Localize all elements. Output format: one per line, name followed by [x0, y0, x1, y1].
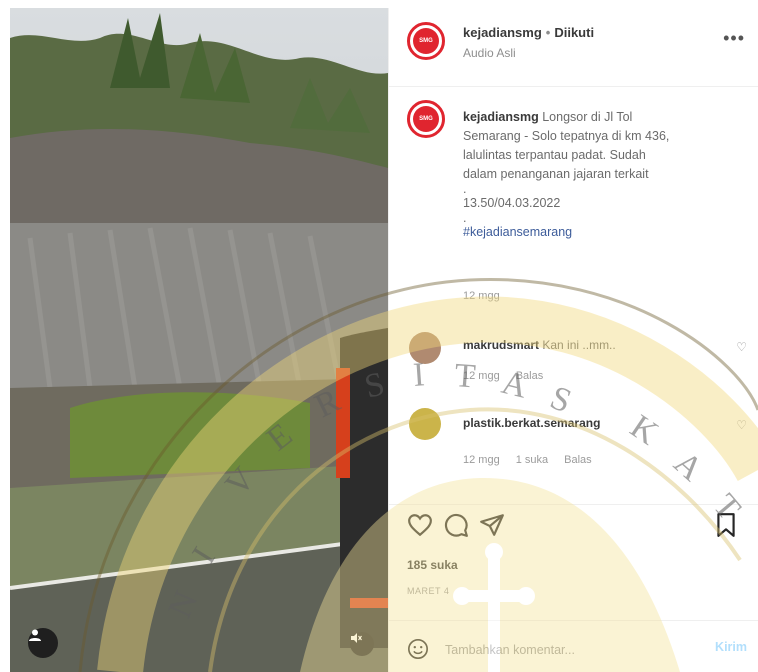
comment-username[interactable]: makrudsmart — [463, 338, 539, 352]
comment-body: Kan ini ..mm.. — [542, 338, 616, 352]
post-sidebar: SMG kejadiansmg • Diikuti Audio Asli ••• S… — [388, 8, 758, 672]
comment-like-button[interactable]: ♡ — [736, 340, 747, 354]
caption-line-3: lalulintas terpantau padat. Sudah — [463, 148, 646, 162]
caption: kejadiansmg Longsor di Jl Tol Semarang -… — [463, 108, 743, 242]
comment-like-button[interactable]: ♡ — [736, 418, 747, 432]
comment-age: 12 mgg — [463, 454, 500, 466]
mute-icon — [351, 633, 362, 643]
caption-line-2: Semarang - Solo tepatnya di km 436, — [463, 129, 670, 143]
share-icon[interactable] — [479, 512, 505, 538]
header-separator: • — [545, 25, 551, 40]
avatar-logo-text: SMG — [419, 38, 433, 44]
comment-text: plastik.berkat.semarang — [463, 416, 600, 430]
more-options-button[interactable]: ••• — [723, 28, 745, 49]
comment-avatar[interactable] — [409, 332, 441, 364]
heart-icon: ♡ — [736, 340, 747, 354]
caption-dot: . — [463, 211, 467, 225]
comment-avatar[interactable] — [409, 408, 441, 440]
landslide-photo — [10, 8, 388, 672]
caption-avatar[interactable]: SMG — [407, 100, 445, 138]
caption-line-1: Longsor di Jl Tol — [542, 110, 633, 124]
post-photo[interactable] — [10, 8, 388, 672]
input-divider — [389, 620, 758, 621]
mute-button[interactable] — [350, 632, 374, 656]
caption-hashtag[interactable]: #kejadiansemarang — [463, 223, 743, 242]
follow-status[interactable]: Diikuti — [554, 25, 594, 40]
header-divider — [389, 86, 758, 87]
comment-meta: 12 mgg 1 suka Balas — [463, 454, 608, 466]
comment-meta: 12 mgg Balas — [463, 370, 559, 382]
reply-button[interactable]: Balas — [564, 454, 592, 466]
caption-username[interactable]: kejadiansmg — [463, 110, 539, 124]
comment-username[interactable]: plastik.berkat.semarang — [463, 416, 600, 430]
caption-timestamp: 13.50/04.03.2022 — [463, 196, 561, 210]
post-header: kejadiansmg • Diikuti — [463, 25, 594, 40]
actions-divider — [389, 504, 758, 505]
author-username[interactable]: kejadiansmg — [463, 25, 542, 40]
caption-dot: . — [463, 182, 467, 196]
audio-label[interactable]: Audio Asli — [463, 46, 516, 60]
like-count[interactable]: 185 suka — [407, 558, 458, 572]
heart-icon: ♡ — [736, 418, 747, 432]
heart-icon[interactable] — [407, 512, 433, 538]
author-avatar[interactable]: SMG — [407, 22, 445, 60]
comment-input[interactable] — [443, 636, 687, 664]
comment-text: makrudsmart Kan ini ..mm.. — [463, 338, 616, 352]
caption-age: 12 mgg — [463, 290, 500, 302]
bookmark-icon[interactable] — [713, 512, 739, 538]
user-tag-button[interactable] — [28, 628, 58, 658]
emoji-icon[interactable] — [407, 638, 429, 660]
post-comment-button[interactable]: Kirim — [715, 640, 747, 654]
more-horizontal-icon: ••• — [723, 28, 745, 48]
post-date: MARET 4 — [407, 586, 450, 596]
comment-age: 12 mgg — [463, 370, 500, 382]
user-tag-icon — [29, 629, 41, 641]
comment-likes[interactable]: 1 suka — [516, 454, 548, 466]
avatar-logo-text: SMG — [419, 116, 433, 122]
reply-button[interactable]: Balas — [516, 370, 544, 382]
caption-line-4: dalam penanganan jajaran terkait — [463, 167, 649, 181]
comment-icon[interactable] — [443, 512, 469, 538]
